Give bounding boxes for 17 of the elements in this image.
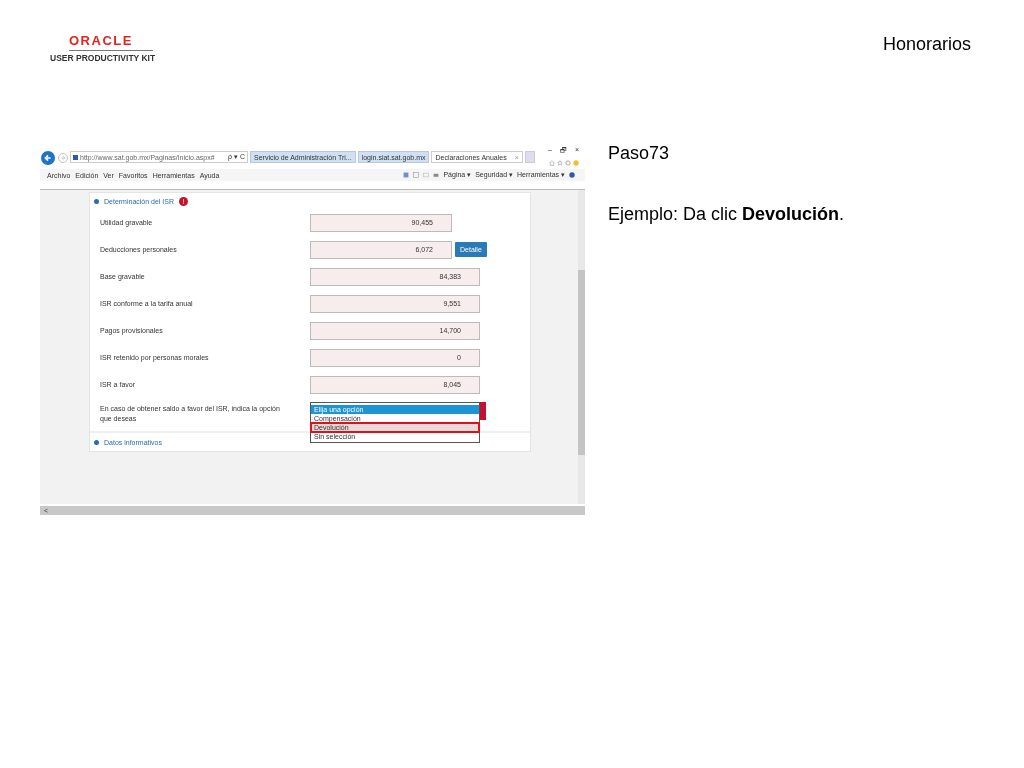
product-name: USER PRODUCTIVITY KIT (50, 53, 156, 63)
new-tab-button[interactable] (524, 151, 535, 163)
star-icon[interactable] (557, 160, 563, 166)
forward-icon[interactable] (58, 153, 68, 163)
expand-icon[interactable] (94, 439, 99, 445)
back-icon[interactable] (41, 151, 55, 165)
step-instruction: Ejemplo: Da clic Devolución. (608, 204, 845, 225)
help-icon[interactable] (569, 172, 575, 178)
error-marker (480, 402, 486, 420)
home-icon[interactable] (549, 160, 555, 166)
oracle-logo: ORACLE (69, 33, 153, 51)
vertical-scrollbar[interactable] (578, 190, 585, 504)
settings-icon[interactable] (565, 160, 571, 166)
collapse-icon[interactable] (94, 198, 99, 204)
step-label: Paso73 (608, 143, 671, 164)
slide-title: Honorarios (882, 34, 971, 56)
site-icon (73, 154, 78, 160)
